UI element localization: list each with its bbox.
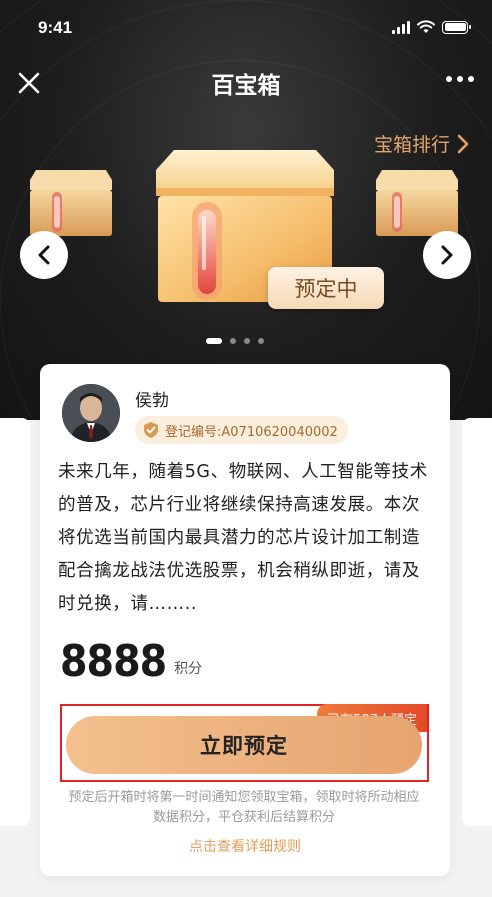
ranking-link-label: 宝箱排行 (373, 134, 450, 156)
reserve-button[interactable]: 立即预定 (66, 716, 422, 774)
points-price: 8888 积分 (60, 640, 202, 684)
points-unit: 积分 (174, 661, 203, 677)
status-time: 9:41 (38, 18, 73, 37)
shield-check-icon (144, 422, 158, 438)
registration-badge: 登记编号:A0710620040002 (135, 416, 348, 444)
registration-number: 登记编号:A0710620040002 (165, 424, 338, 440)
page-title: 百宝箱 (211, 73, 281, 99)
status-icons (392, 20, 471, 34)
author-name: 侯勃 (135, 391, 169, 411)
carousel-indicator (206, 338, 264, 344)
ranking-link[interactable]: 宝箱排行 (374, 130, 470, 157)
battery-icon (442, 20, 471, 34)
prev-card-peek[interactable] (0, 418, 30, 826)
points-value: 8888 (60, 636, 167, 687)
treasure-box-next[interactable] (374, 166, 460, 238)
carousel-dot-active[interactable] (206, 338, 222, 344)
next-arrow-button[interactable] (423, 231, 471, 279)
carousel-dot[interactable] (258, 338, 264, 344)
carousel-dot[interactable] (230, 338, 236, 344)
chevron-right-icon (457, 134, 469, 153)
prev-arrow-button[interactable] (20, 231, 68, 279)
status-tag: 预定中 (268, 267, 384, 309)
notice-text: 预定后开箱时将第一时间通知您领取宝箱，领取时将所动相应数据积分，平仓获利后结算积… (68, 790, 420, 825)
signal-icon (392, 20, 410, 34)
description: 未来几年，随着5G、物联网、人工智能等技术的普及，芯片行业将继续保持高速发展。本… (58, 462, 428, 614)
avatar (62, 384, 120, 442)
next-card-peek[interactable] (462, 418, 492, 826)
hero-banner: 9:41 百宝箱 宝箱排行 预定中 (0, 0, 492, 420)
treasure-box-prev[interactable] (28, 166, 114, 238)
rules-link[interactable]: 点击查看详细规则 (40, 836, 450, 856)
chevron-right-icon (441, 245, 453, 265)
more-icon[interactable] (446, 76, 474, 82)
carousel-dot[interactable] (244, 338, 250, 344)
chevron-left-icon (38, 245, 50, 265)
status-bar: 9:41 (0, 0, 492, 56)
wifi-icon (417, 20, 435, 33)
product-card: 侯勃 登记编号:A0710620040002 未来几年，随着5G、物联网、人工智… (40, 364, 450, 876)
person-avatar-icon (62, 384, 120, 442)
